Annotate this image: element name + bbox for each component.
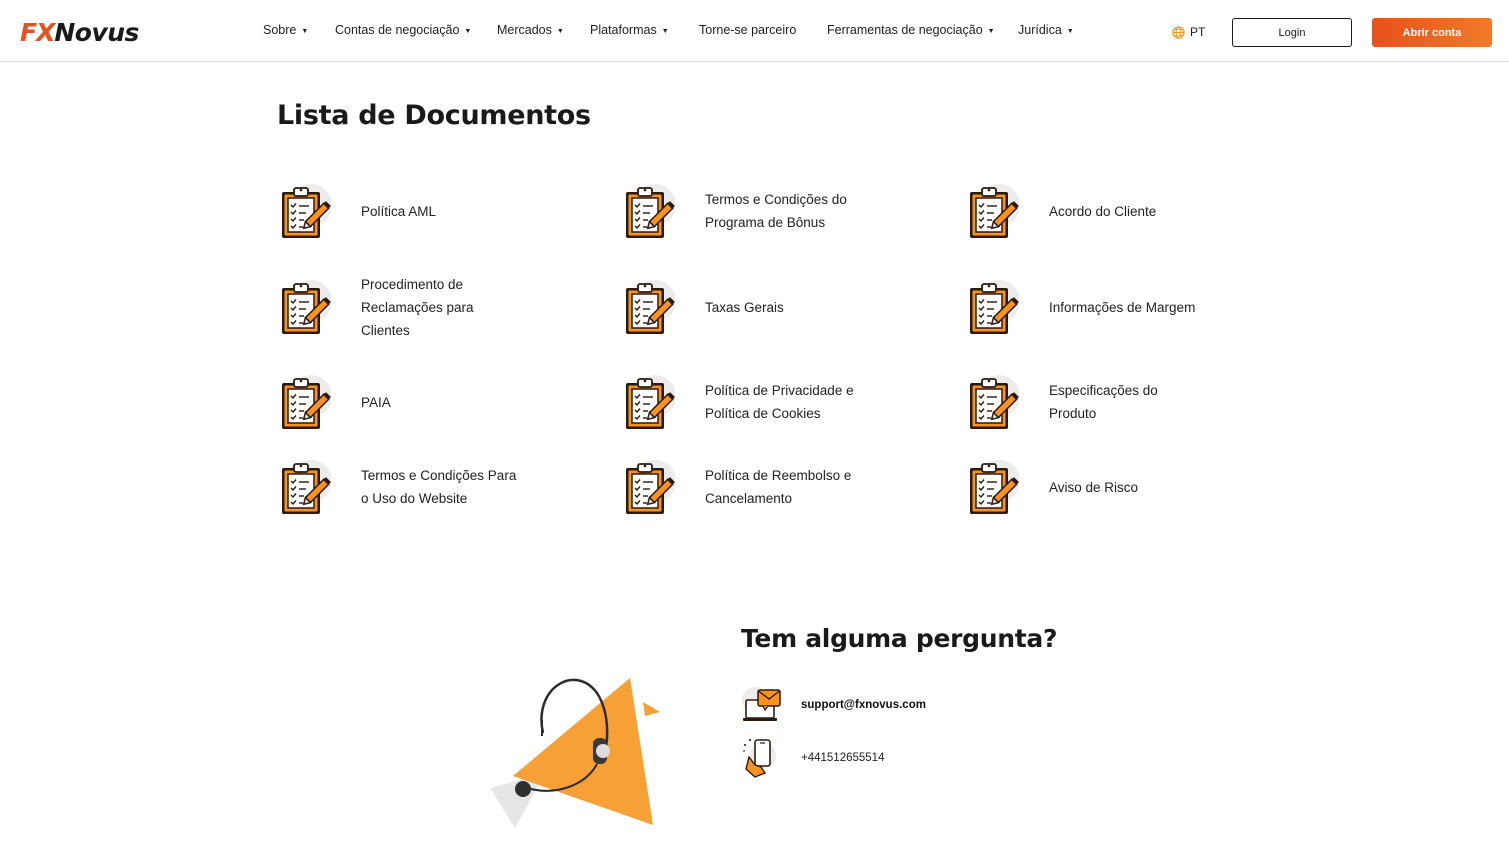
nav-item-parceiro[interactable]: Torne-se parceiro [699, 23, 796, 37]
doc-label: Termos e Condições Para o Uso do Website [361, 468, 517, 506]
nav-item-contas[interactable]: Contas de negociação ▼ [335, 23, 471, 37]
nav-label: Torne-se parceiro [699, 23, 797, 37]
doc-label: Política de Privacidade e Política de Co… [705, 383, 854, 421]
contact-email-row[interactable]: support@fxnovus.com [741, 684, 926, 726]
doc-label: Acordo do Cliente [1049, 204, 1157, 219]
nav-item-juridica[interactable]: Jurídica ▼ [1018, 23, 1074, 37]
email-laptop-icon [742, 687, 781, 721]
clipboard-checklist-icon [625, 459, 675, 515]
nav-label: Sobre [263, 23, 297, 37]
nav-label: Jurídica [1018, 23, 1062, 37]
nav-item-ferramentas[interactable]: Ferramentas de negociação ▼ [827, 23, 995, 37]
doc-label: Política AML [361, 204, 437, 219]
support-email[interactable]: support@fxnovus.com [801, 699, 926, 711]
doc-label: Política de Reembolso e Cancelamento [705, 468, 852, 506]
headset-illustration [490, 678, 660, 828]
login-button[interactable]: Login [1232, 18, 1352, 47]
fxnovus-logo[interactable]: FX Novus [20, 17, 139, 47]
nav-label: Contas de negociação [335, 23, 460, 37]
nav-label: Ferramentas de negociação [827, 23, 983, 37]
language-label: PT [1190, 25, 1206, 39]
doc-label: Aviso de Risco [1049, 480, 1139, 495]
doc-label: Taxas Gerais [705, 300, 784, 315]
clipboard-checklist-icon [969, 279, 1019, 335]
caret-down-icon: ▼ [464, 27, 472, 35]
clipboard-checklist-icon [281, 279, 331, 335]
logo-fx-text: FX [20, 17, 55, 47]
nav-item-sobre[interactable]: Sobre ▼ [263, 23, 308, 37]
language-selector[interactable]: PT [1172, 25, 1205, 39]
doc-label: Procedimento de Reclamações para Cliente… [361, 277, 474, 338]
nav-label: Plataformas [590, 23, 657, 37]
clipboard-checklist-icon [969, 374, 1019, 430]
clipboard-checklist-icon [969, 183, 1019, 239]
documents-title: Lista de Documentos [277, 100, 591, 131]
caret-down-icon: ▼ [987, 27, 995, 35]
contact-title: Tem alguma pergunta? [741, 624, 1058, 653]
caret-down-icon: ▼ [1066, 27, 1074, 35]
phone-hand-icon [743, 739, 776, 778]
clipboard-checklist-icon [625, 279, 675, 335]
clipboard-checklist-icon [281, 374, 331, 430]
support-phone[interactable]: +441512655514 [801, 752, 884, 764]
caret-down-icon: ▼ [556, 27, 564, 35]
doc-label: Informações de Margem [1049, 300, 1196, 315]
site-header: FX Novus Sobre ▼ Contas de negociação ▼ Mer… [0, 0, 1509, 62]
clipboard-checklist-icon [281, 459, 331, 515]
logo-novus-text: Novus [54, 17, 139, 47]
nav-item-plataformas[interactable]: Plataformas ▼ [590, 23, 669, 37]
clipboard-checklist-icon [625, 183, 675, 239]
doc-label: PAIA [361, 395, 391, 410]
doc-label: Termos e Condições do Programa de Bônus [705, 192, 847, 230]
clipboard-checklist-icon [625, 374, 675, 430]
clipboard-checklist-icon [281, 183, 331, 239]
nav-item-mercados[interactable]: Mercados ▼ [497, 23, 564, 37]
globe-icon [1172, 25, 1185, 39]
caret-down-icon: ▼ [661, 27, 669, 35]
caret-down-icon: ▼ [301, 27, 309, 35]
contact-phone-row[interactable]: +441512655514 [741, 737, 884, 779]
doc-label: Especificações do Produto [1049, 383, 1158, 421]
open-account-button[interactable]: Abrir conta [1372, 18, 1492, 47]
clipboard-checklist-icon [969, 459, 1019, 515]
nav-label: Mercados [497, 23, 552, 37]
